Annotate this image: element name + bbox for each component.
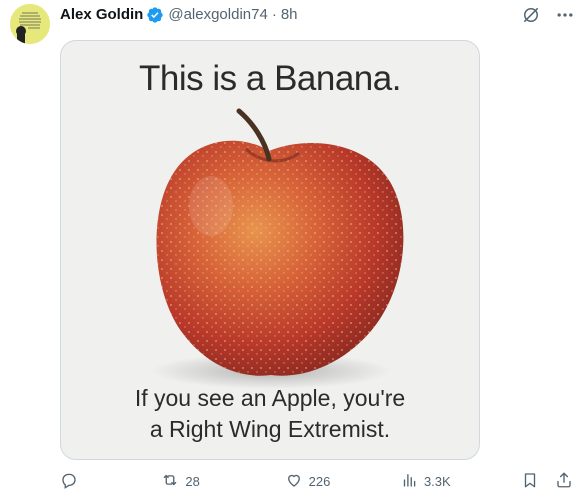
post-top-actions [521,5,575,25]
post-action-bar: 28 226 3.3K [60,470,573,492]
post-header: Alex Goldin @alexgoldin74 · 8h [60,5,298,25]
author-handle[interactable]: @alexgoldin74 [168,5,267,25]
bookmark-icon [521,471,539,492]
author-name[interactable]: Alex Goldin [60,5,143,25]
repost-icon [161,471,179,492]
reply-icon [60,471,78,492]
share-icon [555,471,573,492]
like-count: 226 [308,473,331,489]
repost-count: 28 [185,473,200,489]
repost-button[interactable]: 28 [161,471,284,492]
reply-button[interactable] [60,471,161,492]
image-caption-line-1: If you see an Apple, you're [134,385,406,411]
share-button[interactable] [555,471,573,492]
like-icon [285,471,303,492]
like-button[interactable]: 226 [285,471,400,492]
more-icon[interactable] [555,5,575,25]
verified-badge-icon [146,6,164,24]
view-count: 3.3K [423,473,451,489]
bookmark-button[interactable] [521,471,555,492]
avatar[interactable] [10,4,50,44]
separator-dot: · [271,6,277,23]
image-caption-line-2: a Right Wing Extremist. [149,416,391,442]
image-caption-text: If you see an Apple, you're a Right Wing… [61,383,479,445]
views-button[interactable]: 3.3K [400,471,521,492]
views-icon [400,471,418,492]
grok-icon[interactable] [521,5,541,25]
post-time[interactable]: 8h [281,5,298,25]
post-image[interactable]: This is a Banana. If you see an Apple, y… [60,40,480,460]
image-title-text: This is a Banana. [139,59,401,98]
